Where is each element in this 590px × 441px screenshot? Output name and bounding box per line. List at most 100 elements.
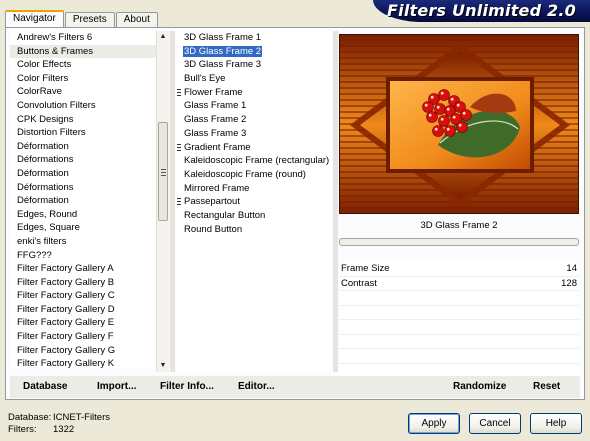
filter-item-label: 3D Glass Frame 3 <box>184 59 262 71</box>
tab-about[interactable]: About <box>115 12 158 27</box>
filter-item-label: Kaleidoscopic Frame (rectangular) <box>184 155 330 167</box>
category-item[interactable]: Filter Factory Gallery K <box>10 357 169 369</box>
category-item[interactable]: Edges, Square <box>10 221 169 235</box>
category-scrollbar[interactable]: ▲ ▼ <box>156 31 169 372</box>
category-item[interactable]: Edges, Round <box>10 208 169 222</box>
app-title: Filters Unlimited 2.0 <box>387 1 576 20</box>
category-list[interactable]: Andrew's Filters 6 Buttons & Frames Color … <box>10 31 169 369</box>
filter-item-label: Mirrored Frame <box>184 182 250 194</box>
cancel-button[interactable]: Cancel <box>469 413 521 434</box>
filter-item-label: Flower Frame <box>184 86 243 98</box>
filter-group-icon <box>177 88 181 96</box>
parameter-row <box>339 291 579 306</box>
app-title-banner: Filters Unlimited 2.0 <box>373 0 590 22</box>
status-info: Database: ICNET-Filters Filters: 1322 <box>8 412 128 435</box>
database-button[interactable]: Database <box>23 381 67 392</box>
filter-item[interactable]: Glass Frame 3 <box>176 127 332 141</box>
tab-navigator[interactable]: Navigator <box>5 10 64 27</box>
parameter-value: 14 <box>566 263 577 274</box>
filter-item-label: Glass Frame 3 <box>184 127 247 139</box>
parameter-row[interactable]: Frame Size 14 <box>339 262 579 277</box>
category-item[interactable]: Filter Factory Gallery E <box>10 316 169 330</box>
database-label: Database: <box>8 412 52 423</box>
category-item[interactable]: Filter Factory Gallery C <box>10 289 169 303</box>
tab-presets[interactable]: Presets <box>64 12 115 27</box>
category-item[interactable]: Convolution Filters <box>10 99 169 113</box>
category-item[interactable]: Color Effects <box>10 58 169 72</box>
category-item[interactable]: enki's filters <box>10 235 169 249</box>
category-item[interactable]: Filter Factory Gallery A <box>10 262 169 276</box>
filter-item[interactable]: Round Button <box>176 223 332 237</box>
filter-group-icon <box>177 198 181 206</box>
preview-divider <box>333 31 338 372</box>
category-item[interactable]: Distortion Filters <box>10 126 169 140</box>
parameter-row <box>339 349 579 364</box>
category-item[interactable]: Déformation <box>10 140 169 154</box>
scroll-down-arrow-icon[interactable]: ▼ <box>157 360 169 372</box>
filter-item-label: Bull's Eye <box>184 73 226 85</box>
filter-item[interactable]: Flower Frame <box>176 86 332 100</box>
parameter-row <box>339 306 579 320</box>
category-item[interactable]: Filter Factory Gallery D <box>10 303 169 317</box>
filter-item[interactable]: Bull's Eye <box>176 72 332 86</box>
category-item[interactable]: ColorRave <box>10 85 169 99</box>
category-item[interactable]: FFG??? <box>10 249 169 263</box>
filter-item-label: Rectangular Button <box>184 209 266 221</box>
filter-item[interactable]: Mirrored Frame <box>176 182 332 196</box>
scroll-thumb[interactable] <box>158 122 168 221</box>
category-item[interactable]: Déformation <box>10 194 169 208</box>
parameter-row <box>339 320 579 335</box>
tab-strip: Navigator Presets About <box>5 10 159 27</box>
filter-item[interactable]: Glass Frame 2 <box>176 113 332 127</box>
category-item[interactable]: Color Filters <box>10 72 169 86</box>
category-item[interactable]: Déformations <box>10 153 169 167</box>
filter-preview <box>339 34 579 214</box>
category-item[interactable]: Déformation <box>10 167 169 181</box>
filter-item-label: Glass Frame 2 <box>184 114 247 126</box>
category-item[interactable]: Buttons & Frames <box>10 44 169 59</box>
reset-button[interactable]: Reset <box>533 381 560 392</box>
editor-button[interactable]: Editor... <box>238 381 275 392</box>
category-item[interactable]: CPK Designs <box>10 113 169 127</box>
command-bar: Database Import... Filter Info... Editor… <box>10 376 580 398</box>
category-item[interactable]: Filter Factory Gallery B <box>10 276 169 290</box>
category-item[interactable]: Andrew's Filters 6 <box>10 31 169 45</box>
preview-zoom-slider[interactable] <box>339 238 579 246</box>
filter-item-label: Kaleidoscopic Frame (round) <box>184 168 306 180</box>
grip-icon <box>161 168 166 176</box>
filters-label: Filters: <box>8 423 37 435</box>
category-item[interactable]: Filter Factory Gallery F <box>10 330 169 344</box>
parameter-list: Frame Size 14 Contrast 128 <box>339 262 579 378</box>
scroll-up-arrow-icon[interactable]: ▲ <box>157 31 169 43</box>
parameter-row <box>339 335 579 349</box>
category-item[interactable]: Déformations <box>10 181 169 195</box>
filter-item[interactable]: Kaleidoscopic Frame (round) <box>176 168 332 182</box>
filter-item-label: 3D Glass Frame 1 <box>184 32 262 43</box>
help-button[interactable]: Help <box>530 413 582 434</box>
filter-item[interactable]: 3D Glass Frame 1 <box>176 31 332 45</box>
preview-image <box>340 35 578 213</box>
filter-item-label: Glass Frame 1 <box>184 100 247 112</box>
filter-item[interactable]: Passepartout <box>176 195 332 209</box>
filter-item[interactable]: Kaleidoscopic Frame (rectangular) <box>176 154 332 168</box>
filter-item-label: 3D Glass Frame 2 <box>183 45 263 57</box>
filter-info-button[interactable]: Filter Info... <box>160 381 214 392</box>
parameter-row[interactable]: Contrast 128 <box>339 277 579 291</box>
randomize-button[interactable]: Randomize <box>453 381 506 392</box>
filter-item[interactable]: Glass Frame 1 <box>176 99 332 113</box>
filter-item[interactable]: Gradient Frame <box>176 141 332 155</box>
parameter-name: Contrast <box>341 277 377 289</box>
parameter-name: Frame Size <box>341 263 390 274</box>
list-divider <box>170 31 175 372</box>
category-item[interactable]: Filter Factory Gallery G <box>10 344 169 358</box>
filter-item[interactable]: Rectangular Button <box>176 209 332 223</box>
filter-item-label: Passepartout <box>184 196 240 208</box>
filter-item[interactable]: 3D Glass Frame 3 <box>176 58 332 72</box>
filter-item[interactable]: 3D Glass Frame 2 <box>176 45 332 59</box>
import-button[interactable]: Import... <box>97 381 136 392</box>
apply-button[interactable]: Apply <box>408 413 460 434</box>
filter-list[interactable]: 3D Glass Frame 1 3D Glass Frame 2 3D Glass… <box>176 31 332 371</box>
database-value: ICNET-Filters <box>53 412 110 423</box>
preview-filter-name: 3D Glass Frame 2 <box>420 220 498 231</box>
parameter-value: 128 <box>561 277 577 289</box>
